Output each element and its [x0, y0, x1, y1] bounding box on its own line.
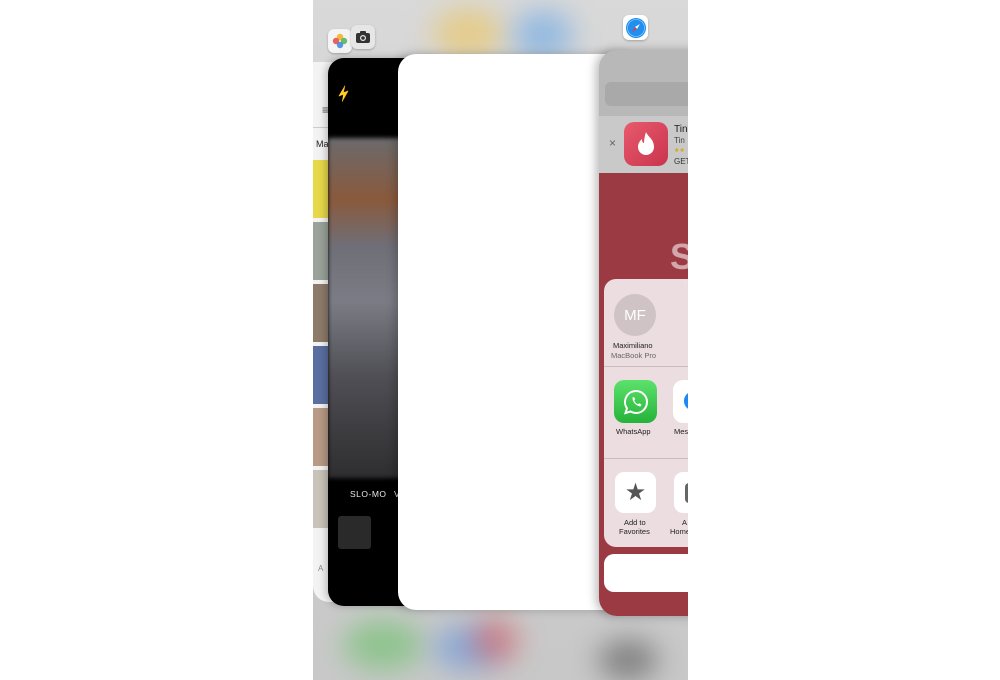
messenger-label: Mes: [674, 427, 688, 436]
photo-thumbnail: [313, 222, 328, 280]
photos-icon[interactable]: [328, 29, 352, 53]
background-blur: [433, 8, 503, 58]
airdrop-contact-name: Maximiliano: [613, 341, 653, 350]
tinder-icon: [624, 122, 668, 166]
whatsapp-icon[interactable]: [614, 380, 657, 423]
banner-title: Tin: [674, 124, 688, 135]
safari-app-card[interactable]: × Tin Tin ★★ GET S T MF Maximiliano MacB…: [599, 50, 688, 616]
camera-icon[interactable]: [351, 25, 375, 49]
photo-thumbnail: [313, 408, 328, 466]
add-to-home-label-line1: A: [682, 518, 688, 527]
whatsapp-label: WhatsApp: [616, 427, 651, 436]
airdrop-device-name: MacBook Pro: [611, 351, 657, 360]
photo-thumbnail: [313, 470, 328, 528]
add-to-favorites-label-line1: Add to: [624, 518, 646, 527]
add-to-favorites-label-line2: Favorites: [619, 527, 650, 536]
background-blur: [513, 10, 573, 60]
airdrop-contact-avatar: MF: [614, 294, 656, 336]
banner-get-label: GET: [674, 157, 688, 166]
star-icon[interactable]: ★: [615, 472, 656, 513]
add-homescreen-icon[interactable]: [674, 472, 688, 513]
album-label: Ma: [316, 139, 329, 149]
url-bar: [605, 82, 688, 106]
photo-thumbnail: [313, 346, 328, 404]
dock-blur: [598, 640, 658, 680]
bottom-label: A: [318, 564, 324, 573]
banner-subtitle: Tin: [674, 136, 685, 145]
flash-off-icon: ⚡: [333, 83, 355, 104]
add-to-home-label-line2: Home: [670, 527, 688, 536]
messenger-icon[interactable]: [673, 380, 688, 423]
photo-thumbnail: [313, 284, 328, 342]
camera-mode-label: SLO-MO: [350, 489, 387, 499]
divider: [604, 366, 688, 367]
page-heading: S: [670, 236, 688, 277]
banner-rating-stars: ★★: [674, 148, 685, 154]
dock-blur: [343, 620, 423, 670]
last-photo-thumbnail: [338, 516, 371, 549]
share-cancel-button[interactable]: [604, 554, 688, 592]
safari-icon[interactable]: [623, 15, 648, 40]
plus-square-icon: [684, 482, 688, 503]
share-sheet: MF Maximiliano MacBook Pro WhatsApp Mes …: [604, 279, 688, 547]
dock-blur: [473, 618, 518, 663]
photo-thumbnail: [313, 160, 328, 218]
close-icon: ×: [609, 136, 617, 150]
divider: [604, 458, 688, 459]
app-switcher: ≡ Ma A ⚡ SLO-MO V × Tin Tin ★★ GE S MF M…: [313, 0, 688, 680]
app-banner: × Tin Tin ★★ GET: [599, 116, 688, 173]
